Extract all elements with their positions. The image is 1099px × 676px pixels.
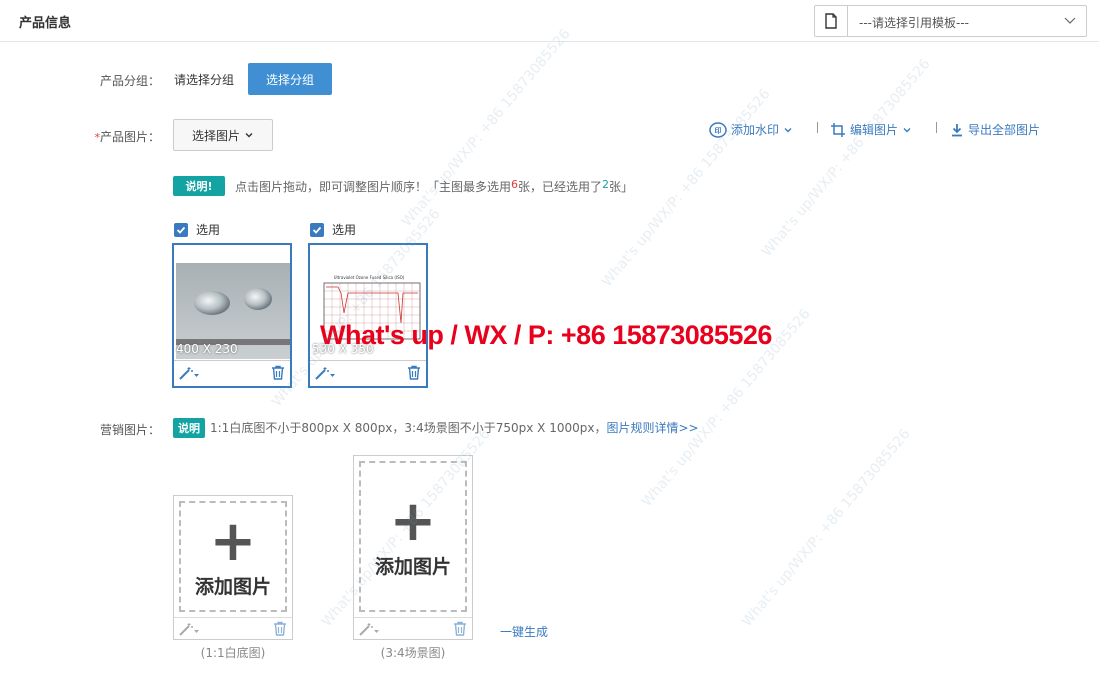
product-group-value: 请选择分组 [174, 73, 235, 87]
add-watermark-menu[interactable]: 印 添加水印 [709, 121, 793, 138]
image-card-toolbar [174, 360, 290, 386]
plus-icon: + [209, 509, 257, 574]
plus-icon: + [389, 489, 437, 554]
edit-image-label: 编辑图片 [850, 123, 899, 137]
add-image-label: 添加图片 [374, 556, 451, 578]
used-count: 2 [602, 178, 610, 191]
note-badge: 说明! [173, 176, 225, 196]
add-image-label: 添加图片 [194, 576, 271, 598]
svg-text:印: 印 [715, 126, 722, 135]
product-image-card[interactable]: 400 X 230 [172, 243, 292, 388]
watermark-text: What's up/WX/P: +86 15873085526 [398, 26, 574, 230]
trash-icon[interactable] [273, 621, 287, 639]
section-header: 产品信息 ---请选择引用模板--- [0, 0, 1099, 42]
select-images-label: 选择图片 [191, 128, 240, 143]
add-image-dropzone[interactable]: + 添加图片 [359, 461, 467, 612]
aspect-caption: (3:4场景图) [380, 646, 446, 660]
select-group-button[interactable]: 选择分组 [248, 63, 332, 95]
select-label: 选用 [332, 223, 357, 237]
template-select[interactable]: ---请选择引用模板--- [814, 5, 1087, 37]
trash-icon[interactable] [407, 365, 421, 383]
overlay-contact-text: What's up / WX / P: +86 15873085526 [320, 320, 772, 350]
divider [936, 122, 937, 133]
product-group-label: 产品分组： [99, 74, 160, 88]
trash-icon[interactable] [453, 621, 467, 639]
add-image-dropzone[interactable]: + 添加图片 [179, 501, 287, 612]
chevron-down-icon [903, 127, 911, 132]
product-image-card[interactable]: Ultraviolet Ozone Fused Silica (ISO) 530… [308, 243, 428, 388]
checkbox-checked-icon [174, 222, 188, 237]
chevron-down-icon [1064, 14, 1076, 29]
image-card-toolbar [174, 617, 292, 639]
export-all-images-label: 导出全部图片 [968, 123, 1041, 137]
magic-wand-icon[interactable] [358, 621, 380, 640]
divider [817, 122, 818, 133]
marketing-note: 1:1白底图不小于800px X 800px，3:4场景图不小于750px X … [210, 421, 699, 435]
select-images-button[interactable]: 选择图片 [173, 119, 273, 151]
aspect-caption: (1:1白底图) [200, 646, 266, 660]
chevron-down-icon [245, 133, 253, 138]
watermark-icon: 印 [709, 121, 727, 138]
select-checkbox[interactable]: 选用 [310, 221, 356, 238]
chart-caption: Ultraviolet Ozone Fused Silica (ISO) [334, 275, 405, 280]
template-select-value: ---请选择引用模板--- [859, 16, 969, 30]
watermark-text: What's up/WX/P: +86 15873085526 [738, 426, 914, 630]
checkbox-checked-icon [310, 222, 324, 237]
chevron-down-icon [784, 127, 792, 132]
image-order-note: 点击图片拖动，即可调整图片顺序！「主图最多选用6张，已经选用了2张」 [235, 178, 634, 194]
export-all-images-button[interactable]: 导出全部图片 [950, 121, 1040, 138]
edit-image-menu[interactable]: 编辑图片 [830, 121, 912, 138]
image-card-toolbar [354, 617, 472, 639]
image-rules-link[interactable]: 图片规则详情>> [606, 421, 698, 435]
magic-wand-icon[interactable] [178, 621, 200, 640]
watermark-text: What's up/WX/P: +86 15873085526 [758, 56, 934, 260]
add-image-portrait[interactable]: + 添加图片 [353, 455, 473, 640]
image-card-toolbar [310, 360, 426, 386]
max-count: 6 [511, 178, 519, 191]
magic-wand-icon[interactable] [314, 365, 336, 384]
section-title: 产品信息 [19, 16, 72, 31]
magic-wand-icon[interactable] [178, 365, 200, 384]
select-label: 选用 [196, 223, 221, 237]
add-watermark-label: 添加水印 [731, 123, 780, 137]
product-images-label: *产品图片： [94, 130, 160, 144]
add-image-square[interactable]: + 添加图片 [173, 495, 293, 640]
select-checkbox[interactable]: 选用 [174, 221, 220, 238]
marketing-images-label: 营销图片： [99, 423, 160, 437]
document-icon [815, 6, 848, 36]
trash-icon[interactable] [271, 365, 285, 383]
one-click-generate-link[interactable]: 一键生成 [500, 623, 548, 640]
crop-icon [831, 122, 845, 137]
download-icon [952, 123, 962, 136]
note-badge: 说明 [173, 418, 205, 438]
image-size: 400 X 230 [176, 342, 238, 356]
